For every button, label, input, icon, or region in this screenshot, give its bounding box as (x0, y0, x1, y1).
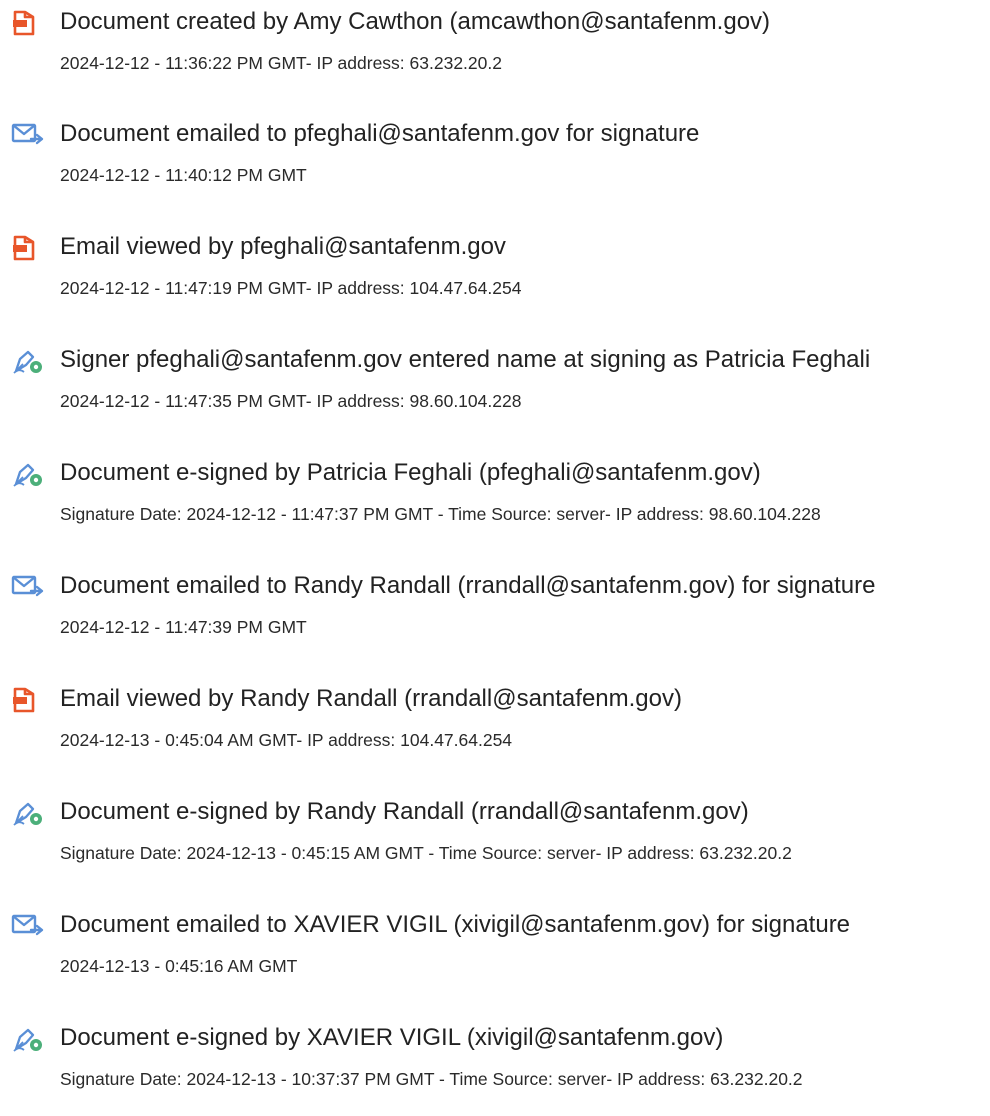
audit-trail-list: Document created by Amy Cawthon (amcawth… (0, 0, 990, 1107)
email-send-icon (11, 120, 49, 150)
email-send-icon (11, 572, 49, 602)
audit-entry: Document emailed to Randy Randall (rrand… (0, 564, 990, 664)
entry-title: Document emailed to pfeghali@santafenm.g… (60, 120, 700, 147)
entry-detail: Signature Date: 2024-12-13 - 0:45:15 AM … (60, 843, 792, 863)
esign-pen-icon (11, 798, 49, 828)
entry-detail: Signature Date: 2024-12-12 - 11:47:37 PM… (60, 504, 821, 524)
entry-title: Document e-signed by XAVIER VIGIL (xivig… (60, 1024, 724, 1051)
entry-title: Document e-signed by Randy Randall (rran… (60, 798, 749, 825)
entry-title: Document created by Amy Cawthon (amcawth… (60, 8, 771, 35)
audit-entry: Email viewed by Randy Randall (rrandall@… (0, 677, 990, 777)
entry-detail: Signature Date: 2024-12-13 - 10:37:37 PM… (60, 1069, 803, 1089)
email-send-icon (11, 911, 49, 941)
entry-title: Signer pfeghali@santafenm.gov entered na… (60, 346, 871, 373)
document-icon (11, 685, 49, 715)
entry-detail: 2024-12-12 - 11:47:19 PM GMT- IP address… (60, 278, 522, 298)
document-icon (11, 233, 49, 263)
entry-title: Email viewed by pfeghali@santafenm.gov (60, 233, 506, 260)
audit-entry: Document created by Amy Cawthon (amcawth… (0, 0, 990, 100)
esign-pen-icon (11, 346, 49, 376)
esign-pen-icon (11, 459, 49, 489)
entry-detail: 2024-12-12 - 11:40:12 PM GMT (60, 165, 307, 185)
entry-detail: 2024-12-12 - 11:47:39 PM GMT (60, 617, 307, 637)
entry-title: Document emailed to Randy Randall (rrand… (60, 572, 876, 599)
esign-pen-icon (11, 1024, 49, 1054)
audit-entry: Signer pfeghali@santafenm.gov entered na… (0, 338, 990, 438)
entry-title: Email viewed by Randy Randall (rrandall@… (60, 685, 682, 712)
entry-detail: 2024-12-13 - 0:45:04 AM GMT- IP address:… (60, 730, 513, 750)
entry-detail: 2024-12-13 - 0:45:16 AM GMT (60, 956, 298, 976)
audit-entry: Document e-signed by Patricia Feghali (p… (0, 451, 990, 551)
audit-entry: Document e-signed by Randy Randall (rran… (0, 790, 990, 890)
entry-title: Document emailed to XAVIER VIGIL (xivigi… (60, 911, 851, 938)
audit-entry: Email viewed by pfeghali@santafenm.gov 2… (0, 225, 990, 325)
audit-entry: Document emailed to XAVIER VIGIL (xivigi… (0, 903, 990, 1003)
entry-detail: 2024-12-12 - 11:36:22 PM GMT- IP address… (60, 53, 502, 73)
audit-entry: Document emailed to pfeghali@santafenm.g… (0, 112, 990, 212)
audit-entry: Document e-signed by XAVIER VIGIL (xivig… (0, 1016, 990, 1116)
document-icon (11, 8, 49, 38)
entry-title: Document e-signed by Patricia Feghali (p… (60, 459, 761, 486)
entry-detail: 2024-12-12 - 11:47:35 PM GMT- IP address… (60, 391, 522, 411)
